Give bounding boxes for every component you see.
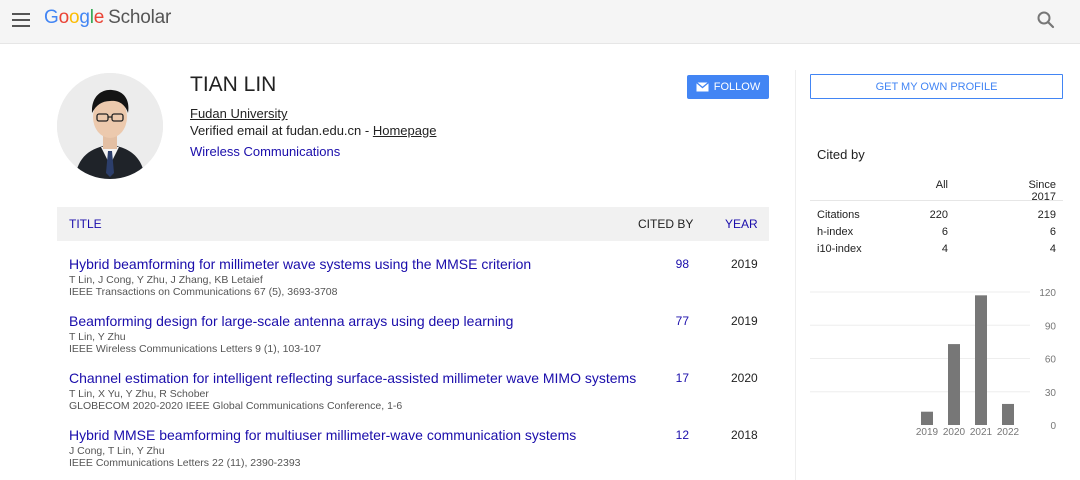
article-venue: IEEE Wireless Communications Letters 9 (… [69,343,322,355]
column-divider [795,70,796,480]
homepage-link[interactable]: Homepage [373,123,437,138]
citations-per-year-chart: 0 30 60 90 120 2019 2020 2021 2022 [810,288,1057,438]
articles-table-header: TITLE CITED BY YEAR [57,207,769,241]
verified-email-text: Verified email at fudan.edu.cn - [190,123,373,138]
cited-by-count[interactable]: 98 [657,257,689,271]
email-verified-line: Verified email at fudan.edu.cn - Homepag… [190,123,436,138]
table-row: Hybrid beamforming for millimeter wave s… [57,256,769,312]
profile-name: TIAN LIN [190,73,277,96]
stat-since: 4 [1049,243,1056,255]
google-scholar-logo[interactable]: Google Scholar [44,7,171,29]
search-icon[interactable] [1036,10,1056,30]
sort-by-year[interactable]: YEAR [725,217,758,231]
article-authors: T Lin, X Yu, Y Zhu, R Schober [69,388,209,400]
article-year: 2018 [731,428,758,442]
y-tick-label: 120 [1039,288,1056,299]
x-tick-label: 2021 [970,427,993,438]
article-year: 2019 [731,257,758,271]
stat-label: i10-index [817,243,862,255]
stat-label: h-index [817,226,854,238]
follow-button[interactable]: FOLLOW [687,75,769,99]
logo-letter: o [58,7,70,28]
mail-icon [695,82,709,92]
cited-by-count[interactable]: 12 [657,428,689,442]
stats-col-since: Since 2017 [1028,179,1056,203]
chart-bar[interactable] [1002,403,1014,425]
article-year: 2019 [731,314,758,328]
article-venue: IEEE Transactions on Communications 67 (… [69,286,338,298]
article-title-link[interactable]: Beamforming design for large-scale anten… [69,313,513,329]
x-tick-label: 2020 [943,427,966,438]
stat-all: 220 [929,209,948,221]
table-row: Beamforming design for large-scale anten… [57,313,769,369]
y-tick-label: 60 [1045,355,1057,366]
stat-since: 219 [1037,209,1056,221]
y-tick-label: 90 [1045,321,1057,332]
logo-letter: o [68,7,80,28]
stat-all: 6 [941,226,948,238]
article-authors: T Lin, Y Zhu [69,331,126,343]
logo-letter: e [93,7,105,28]
sort-by-cited[interactable]: CITED BY [638,217,693,231]
chart-bar[interactable] [975,295,987,425]
stat-all: 4 [941,243,948,255]
profile-photo [57,73,163,179]
research-interest-link[interactable]: Wireless Communications [190,144,340,159]
x-tick-label: 2019 [916,427,939,438]
table-row: Channel estimation for intelligent refle… [57,370,769,426]
get-own-profile-button[interactable]: GET MY OWN PROFILE [810,74,1063,99]
stat-since: 6 [1049,226,1056,238]
article-title-link[interactable]: Hybrid beamforming for millimeter wave s… [69,256,531,272]
y-tick-label: 30 [1045,388,1057,399]
cited-by-count[interactable]: 77 [657,314,689,328]
article-authors: J Cong, T Lin, Y Zhu [69,445,165,457]
logo-letter: g [79,7,90,28]
stats-col-all: All [935,179,948,191]
cited-by-heading: Cited by [817,147,865,162]
chart-bar[interactable] [948,344,960,425]
article-venue: GLOBECOM 2020-2020 IEEE Global Communica… [69,400,403,412]
stats-divider [810,200,1063,201]
article-venue: IEEE Communications Letters 22 (11), 239… [69,457,301,469]
table-row: Hybrid MMSE beamforming for multiuser mi… [57,427,769,480]
x-tick-label: 2022 [997,427,1020,438]
article-year: 2020 [731,371,758,385]
article-title-link[interactable]: Channel estimation for intelligent refle… [69,370,636,386]
avatar [57,73,163,179]
logo-scholar-text: Scholar [108,7,172,28]
article-title-link[interactable]: Hybrid MMSE beamforming for multiuser mi… [69,427,576,443]
affiliation-link[interactable]: Fudan University [190,106,288,121]
article-authors: T Lin, J Cong, Y Zhu, J Zhang, KB Letaie… [69,274,263,286]
chart-bar[interactable] [921,411,933,425]
sort-by-title[interactable]: TITLE [69,217,102,231]
follow-label: FOLLOW [713,81,761,93]
logo-google-text: Google [44,7,104,28]
top-bar: Google Scholar [0,0,1080,44]
stat-label: Citations [817,209,860,221]
cited-by-count[interactable]: 17 [657,371,689,385]
logo-letter: G [44,7,59,28]
menu-icon[interactable] [12,13,30,27]
y-tick-label: 0 [1050,421,1056,432]
